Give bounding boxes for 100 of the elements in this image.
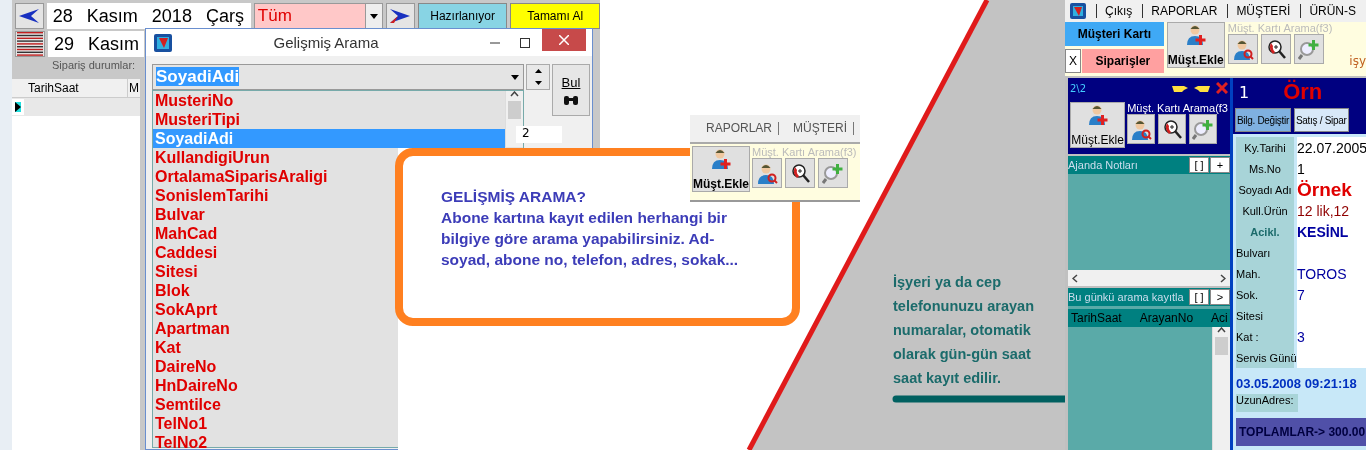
next-button[interactable] (386, 3, 415, 29)
menu-item[interactable]: MÜŞTERİ (793, 122, 855, 135)
dropdown-arrow-icon (511, 74, 519, 80)
list-item[interactable]: SonislemTarihi (153, 186, 391, 205)
list-item[interactable]: HnDaireNo (153, 376, 391, 395)
field-label: Bulvarı (1236, 242, 1294, 263)
field-label: Soyadı Adı (1236, 179, 1294, 200)
column-header: M (127, 79, 140, 97)
column-header: ArayanNo (1139, 311, 1194, 325)
toolbar-button[interactable] (1158, 114, 1187, 144)
page-counter: 2\2 (1070, 82, 1088, 94)
field-label: Acikl. (1236, 221, 1294, 242)
add-customer-button[interactable]: Müşt.Ekle (1166, 22, 1225, 68)
toolbar-button[interactable] (1260, 34, 1291, 64)
panel-button[interactable]: [ ] (1189, 289, 1209, 305)
list-item[interactable]: Caddesi (153, 243, 391, 262)
scrollbar-thumb[interactable] (508, 101, 521, 119)
column-header: TarihSaat (1071, 311, 1122, 325)
toolbar-caption: Müşt. Kartı Arama(f3) (752, 146, 857, 158)
spin-button[interactable] (526, 64, 550, 90)
scrollbar[interactable] (1212, 327, 1230, 450)
list-item[interactable]: Sitesi (153, 262, 391, 281)
list-item[interactable]: TelNo1 (153, 414, 391, 433)
table-cell: 2 (516, 126, 562, 143)
action-button[interactable]: Satış / Sipar (1293, 108, 1349, 132)
close-button[interactable] (542, 29, 586, 51)
app-icon (1070, 3, 1086, 19)
list-item[interactable]: MusteriTipi (153, 110, 391, 129)
field-label: UzunAdres: (1236, 394, 1298, 412)
tab[interactable]: Müşteri Kartı (1065, 22, 1164, 46)
list-item[interactable]: MahCad (153, 224, 391, 243)
column-header: Aci (1211, 311, 1228, 325)
scrollbar[interactable] (505, 91, 523, 147)
filter-dropdown[interactable]: Tüm (253, 3, 384, 29)
maximize-icon (520, 37, 530, 48)
menu-item[interactable]: MÜŞTERİ (1227, 4, 1291, 18)
field-value: KESİNL (1297, 221, 1366, 242)
field-label: Sitesi (1236, 305, 1294, 326)
field-value: 3 (1297, 326, 1366, 347)
tab[interactable]: Siparişler (1082, 49, 1164, 73)
panel-button[interactable]: > (1210, 289, 1230, 305)
toolbar-button[interactable] (1127, 114, 1156, 144)
person-add-icon (1184, 23, 1207, 45)
close-icon (1216, 82, 1228, 94)
previous-button[interactable] (15, 3, 44, 29)
arrow-down-icon (534, 81, 542, 85)
find-button[interactable]: Bul (552, 64, 590, 116)
phone-search-icon (1161, 118, 1184, 140)
panel-button[interactable]: [ ] (1189, 157, 1209, 173)
timestamp: 03.05.2008 09:21:18 (1236, 376, 1358, 391)
callout-title: GELİŞMİŞ ARAMA? (441, 187, 587, 207)
menu-item[interactable]: Çıkış (1096, 4, 1133, 18)
status-button[interactable]: Tamamı Al (510, 3, 600, 29)
field-label: Mah. (1236, 263, 1294, 284)
toolbar-button[interactable] (1189, 114, 1218, 144)
field-value: 7 (1297, 284, 1366, 305)
field-label: Ky.Tarihi (1236, 137, 1294, 158)
list-item[interactable]: TelNo2 (153, 433, 391, 449)
scrollbar-thumb[interactable] (1215, 337, 1228, 355)
close-tab-button[interactable]: X (1065, 49, 1081, 73)
scrollbar[interactable] (1068, 270, 1230, 286)
callout-text: Abone kartına kayıt edilen herhangi bir bilgiye göre arama yapabilirsiniz. Ad-soyad, abone no, telefon, adres, sokak... (441, 208, 740, 270)
add-customer-button[interactable]: Müşt.Ekle (1070, 102, 1126, 148)
panel-title: Bu günkü arama kayıtla (1068, 291, 1185, 303)
field-value: TOROS (1297, 263, 1366, 284)
list-button[interactable] (15, 31, 45, 57)
menu-item[interactable]: RAPORLAR (706, 122, 780, 135)
date-field[interactable]: 28 Kasım 2018 Çarş (46, 3, 251, 29)
field-label: Servis Günü (1236, 347, 1294, 368)
toolbar-button[interactable] (785, 158, 815, 188)
zoom-in-icon (822, 162, 844, 184)
list-item[interactable]: KullandigiUrun (153, 148, 391, 167)
field-value (1297, 347, 1366, 368)
list-item[interactable]: Kat (153, 338, 391, 357)
customer-name: Örn (1283, 79, 1323, 105)
record-number: 1 (1239, 82, 1250, 102)
list-item[interactable]: SokAprt (153, 300, 391, 319)
toolbar-button[interactable] (1227, 34, 1258, 64)
row-indicator-icon (15, 102, 21, 112)
list-item[interactable]: MusteriNo (153, 91, 391, 110)
field-value: 1 (1297, 158, 1366, 179)
note-text: İşyeri ya da cep telefonunuzu arayan numaralar, otomatik olarak gün-gün saat saat kayıt edilir. (893, 273, 1035, 388)
list-item[interactable]: Semtilce (153, 395, 391, 414)
date-field[interactable]: 29 Kasım (48, 31, 144, 57)
action-button[interactable]: Bilg. Değiştir (1235, 108, 1291, 132)
list-item[interactable]: OrtalamaSiparisAraligi (153, 167, 391, 186)
field-label: Kull.Ürün (1236, 200, 1294, 221)
menu-item[interactable]: ÜRÜN-S (1300, 4, 1357, 18)
zoom-in-icon (1192, 118, 1215, 140)
add-customer-button[interactable]: Müşt.Ekle (692, 146, 750, 192)
list-item[interactable]: Bulvar (153, 205, 391, 224)
status-button[interactable]: Hazırlanıyor (417, 3, 508, 29)
list-item[interactable]: DaireNo (153, 357, 391, 376)
list-item[interactable]: Blok (153, 281, 391, 300)
field-value: 22.07.2005 (1297, 137, 1366, 158)
panel-button[interactable]: + (1210, 157, 1230, 173)
hint-text: işy (1349, 54, 1366, 68)
field-value: Örnek (1297, 179, 1366, 200)
menu-item[interactable]: RAPORLAR (1142, 4, 1218, 18)
list-item[interactable]: Apartman (153, 319, 391, 338)
